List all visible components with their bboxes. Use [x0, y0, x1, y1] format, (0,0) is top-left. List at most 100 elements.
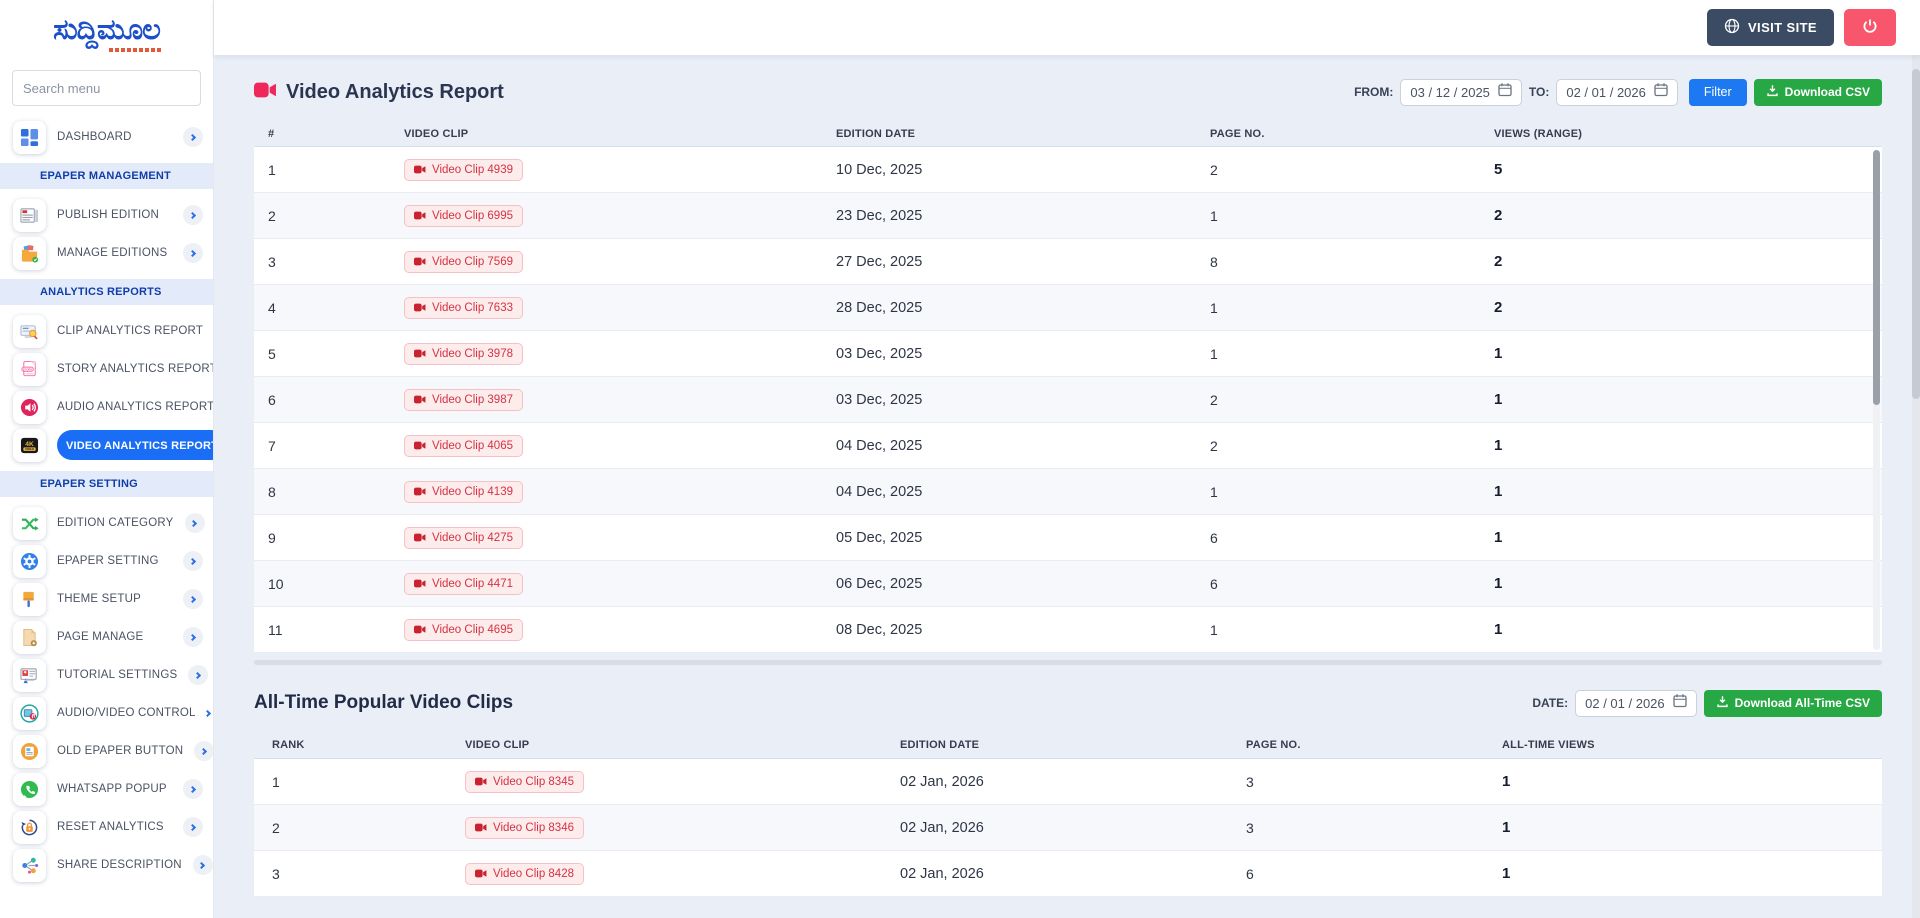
page-scrollbar[interactable]	[1912, 55, 1920, 918]
brand-logo[interactable]: ಸುದ್ದಿಮೂಲ	[0, 0, 213, 60]
sidebar-item-tutorial-settings[interactable]: TUTORIAL SETTINGS	[0, 656, 213, 694]
sidebar-nav: DASHBOARD EPAPER MANAGEMENT PUBLISH EDIT…	[0, 114, 213, 918]
av-control-icon	[13, 697, 46, 730]
chevron-right-icon	[183, 627, 203, 647]
edition-date-cell: 04 Dec, 2025	[836, 438, 1210, 454]
sidebar-item-theme-setup[interactable]: THEME SETUP	[0, 580, 213, 618]
filter-button[interactable]: Filter	[1689, 79, 1747, 106]
download-icon	[1716, 695, 1729, 711]
sidebar-item-whatsapp-popup[interactable]: WHATSAPP POPUP	[0, 770, 213, 808]
table-row: 1 Video Clip 4939 10 Dec, 2025 2 5	[254, 147, 1882, 193]
sidebar-item-epaper-setting[interactable]: EPAPER SETTING	[0, 542, 213, 580]
alltime-views-cell: 1	[1502, 773, 1882, 790]
video-clip-link[interactable]: Video Clip 4139	[404, 481, 523, 503]
edition-date-cell: 05 Dec, 2025	[836, 530, 1210, 546]
page-no-cell: 1	[1210, 346, 1494, 362]
visit-site-button[interactable]: VISIT SITE	[1707, 9, 1834, 46]
download-alltime-csv-button[interactable]: Download All-Time CSV	[1704, 690, 1882, 717]
sidebar-item-dashboard[interactable]: DASHBOARD	[0, 118, 213, 156]
col-header: VIEWS (RANGE)	[1494, 128, 1882, 140]
table-vertical-scrollbar[interactable]	[1873, 150, 1880, 650]
video-clip-link[interactable]: Video Clip 4939	[404, 159, 523, 181]
chevron-right-icon	[183, 817, 203, 837]
rank-cell: 2	[254, 820, 465, 836]
page-no-cell: 2	[1210, 438, 1494, 454]
sidebar-item-reset-analytics[interactable]: RESET ANALYTICS	[0, 808, 213, 846]
from-date-input[interactable]: 03 / 12 / 2025	[1400, 79, 1522, 106]
sidebar-item-audio-analytics-report[interactable]: AUDIO ANALYTICS REPORT	[0, 388, 213, 426]
alltime-date-input[interactable]: 02 / 01 / 2026	[1575, 690, 1697, 717]
video-clip-link[interactable]: Video Clip 8428	[465, 863, 584, 885]
video-clip-link[interactable]: Video Clip 6995	[404, 205, 523, 227]
sidebar-item-clip-analytics-report[interactable]: CLIP ANALYTICS REPORT	[0, 312, 213, 350]
video-clip-link[interactable]: Video Clip 7569	[404, 251, 523, 273]
video-camera-icon	[414, 211, 426, 220]
edition-date-cell: 02 Jan, 2026	[900, 774, 1246, 790]
chevron-right-icon	[183, 243, 203, 263]
active-item-pill: VIDEO ANALYTICS REPORT	[57, 430, 214, 460]
video-clip-link[interactable]: Video Clip 7633	[404, 297, 523, 319]
report-table-body: 1 Video Clip 4939 10 Dec, 2025 2 5 2 Vid…	[254, 147, 1882, 653]
globe-icon	[1724, 18, 1740, 37]
video-clip-link[interactable]: Video Clip 4471	[404, 573, 523, 595]
page-no-cell: 2	[1210, 392, 1494, 408]
video-clip-link[interactable]: Video Clip 3987	[404, 389, 523, 411]
download-csv-button[interactable]: Download CSV	[1754, 79, 1882, 106]
logo-tagline-decoration	[109, 48, 163, 52]
search-menu-input[interactable]	[12, 70, 201, 106]
sidebar-item-label: DASHBOARD	[57, 131, 172, 143]
table-row: 7 Video Clip 4065 04 Dec, 2025 2 1	[254, 423, 1882, 469]
edition-date-cell: 03 Dec, 2025	[836, 392, 1210, 408]
sidebar-item-page-manage[interactable]: PAGE MANAGE	[0, 618, 213, 656]
clip-analytics-icon	[13, 315, 46, 348]
views-cell: 1	[1494, 437, 1882, 454]
chevron-right-icon	[194, 741, 214, 761]
visit-site-label: VISIT SITE	[1748, 20, 1817, 35]
gear-icon	[13, 545, 46, 578]
video-clip-cell: Video Clip 4471	[404, 573, 836, 595]
sidebar-item-video-analytics-report[interactable]: 4KVIDEO VIDEO ANALYTICS REPORT	[0, 426, 213, 464]
sidebar-item-story-analytics-report[interactable]: STORY STORY ANALYTICS REPORT	[0, 350, 213, 388]
sidebar-item-share-description[interactable]: SHARE DESCRIPTION	[0, 846, 213, 884]
alltime-header: All-Time Popular Video Clips DATE: 02 / …	[254, 687, 1882, 719]
sidebar-item-label: AUDIO/VIDEO CONTROL	[57, 707, 196, 719]
sidebar-item-label: VIDEO ANALYTICS REPORT	[66, 440, 214, 452]
alltime-views-cell: 1	[1502, 865, 1882, 882]
video-clip-link[interactable]: Video Clip 3978	[404, 343, 523, 365]
views-cell: 2	[1494, 253, 1882, 270]
scrollbar-thumb[interactable]	[1912, 69, 1920, 399]
video-clip-link[interactable]: Video Clip 4275	[404, 527, 523, 549]
edition-date-cell: 02 Jan, 2026	[900, 866, 1246, 882]
tutorial-monitor-icon	[13, 659, 46, 692]
video-clip-link[interactable]: Video Clip 8346	[465, 817, 584, 839]
col-header: #	[254, 128, 404, 140]
sidebar-item-label: PUBLISH EDITION	[57, 209, 172, 221]
video-clip-cell: Video Clip 8346	[465, 817, 900, 839]
video-clip-label: Video Clip 4275	[432, 532, 513, 544]
table-row: 2 Video Clip 8346 02 Jan, 2026 3 1	[254, 805, 1882, 851]
sidebar-item-edition-category[interactable]: EDITION CATEGORY	[0, 504, 213, 542]
video-camera-icon	[414, 165, 426, 174]
sidebar-item-label: TUTORIAL SETTINGS	[57, 669, 177, 681]
views-cell: 1	[1494, 529, 1882, 546]
logout-power-button[interactable]	[1844, 9, 1896, 46]
row-number: 1	[254, 162, 404, 178]
sidebar-item-audio-video-control[interactable]: AUDIO/VIDEO CONTROL	[0, 694, 213, 732]
table-horizontal-scrollbar[interactable]	[254, 660, 1882, 665]
sidebar-item-old-epaper-button[interactable]: OLD EPAPER BUTTON	[0, 732, 213, 770]
video-clip-link[interactable]: Video Clip 4065	[404, 435, 523, 457]
to-date-input[interactable]: 02 / 01 / 2026	[1556, 79, 1678, 106]
sidebar-item-manage-editions[interactable]: MANAGE EDITIONS	[0, 234, 213, 272]
video-camera-icon	[475, 823, 487, 832]
col-header: PAGE NO.	[1246, 739, 1502, 751]
sidebar: ಸುದ್ದಿಮೂಲ DASHBOARD EPAPER MANAGEMENT PU…	[0, 0, 214, 918]
sidebar-item-label: AUDIO ANALYTICS REPORT	[57, 401, 214, 413]
video-clip-link[interactable]: Video Clip 4695	[404, 619, 523, 641]
scrollbar-thumb[interactable]	[1873, 150, 1880, 405]
sidebar-item-publish-edition[interactable]: PUBLISH EDITION	[0, 196, 213, 234]
video-clip-cell: Video Clip 8345	[465, 771, 900, 793]
video-clip-link[interactable]: Video Clip 8345	[465, 771, 584, 793]
sidebar-item-label: THEME SETUP	[57, 593, 172, 605]
calendar-icon	[1654, 82, 1668, 102]
video-clip-label: Video Clip 4065	[432, 440, 513, 452]
